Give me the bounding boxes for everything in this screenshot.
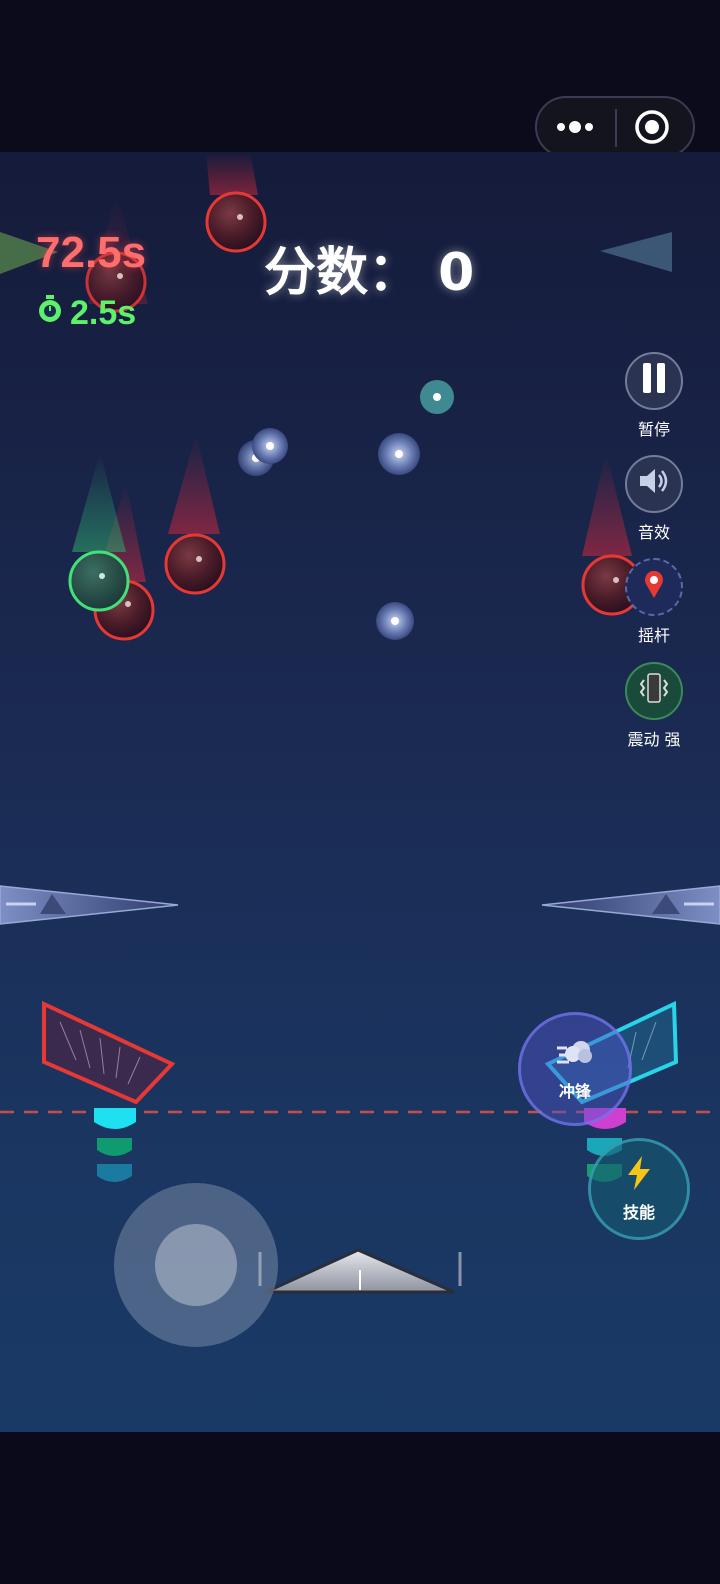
trail: [168, 434, 220, 534]
left-paddle: [42, 1000, 176, 1105]
sound-label: 音效: [637, 523, 670, 542]
cooldown-value: 2.5s: [70, 294, 137, 332]
game-canvas: [0, 152, 720, 1294]
pause-icon: [641, 362, 667, 400]
vibrate-icon: [636, 672, 672, 711]
cooldown-timer: 2.5s: [36, 294, 136, 333]
spike-left: [0, 885, 179, 925]
dash-icon: [555, 1036, 595, 1078]
bottom-safe-area: [0, 1432, 720, 1584]
vibration-control[interactable]: 震动 强: [622, 662, 686, 750]
game-field[interactable]: 72.5s 2.5s 分数： 0 暂停 音效 摇杆 震动 强 冲锋 技能: [0, 152, 720, 1432]
score-display: 分数： 0: [264, 243, 475, 303]
pause-label: 暂停: [637, 420, 670, 439]
charge-button[interactable]: 冲锋: [518, 1012, 632, 1126]
player-ship: [258, 1248, 462, 1294]
gear-orb: [376, 602, 414, 640]
pause-control[interactable]: 暂停: [622, 352, 686, 440]
more-dots-icon[interactable]: [537, 98, 615, 156]
enemy-ball: [164, 533, 226, 595]
left-energy-stack: [94, 1108, 136, 1182]
lightning-icon: [624, 1155, 654, 1199]
sound-button[interactable]: [625, 455, 683, 513]
joystick-toggle-button[interactable]: [625, 558, 683, 616]
trail: [72, 452, 126, 552]
pin-icon: [642, 569, 666, 606]
game-timer: 72.5s: [36, 228, 147, 277]
virtual-joystick[interactable]: [114, 1183, 278, 1347]
target-circle-icon[interactable]: [617, 98, 695, 156]
trail: [206, 152, 258, 195]
joystick-knob[interactable]: [155, 1224, 237, 1306]
gear-orb: [420, 380, 454, 414]
vibration-button[interactable]: [625, 662, 683, 720]
gear-orb: [378, 433, 420, 475]
skill-label: 技能: [622, 1203, 655, 1222]
friendly-ball: [68, 550, 130, 612]
vibration-label: 震动 强: [627, 730, 681, 749]
joystick-control[interactable]: 摇杆: [622, 558, 686, 646]
sound-control[interactable]: 音效: [622, 455, 686, 543]
charge-label: 冲锋: [558, 1082, 591, 1101]
enemy-ball: [205, 191, 267, 253]
stopwatch-icon: [36, 294, 64, 333]
spike-right: [541, 885, 720, 925]
mini-program-capsule: [535, 96, 695, 158]
gear-orb: [252, 428, 288, 464]
speaker-icon: [638, 466, 670, 503]
skill-button[interactable]: 技能: [588, 1138, 690, 1240]
joystick-label: 摇杆: [637, 626, 670, 645]
pause-button[interactable]: [625, 352, 683, 410]
wedge-top-right: [600, 232, 672, 272]
